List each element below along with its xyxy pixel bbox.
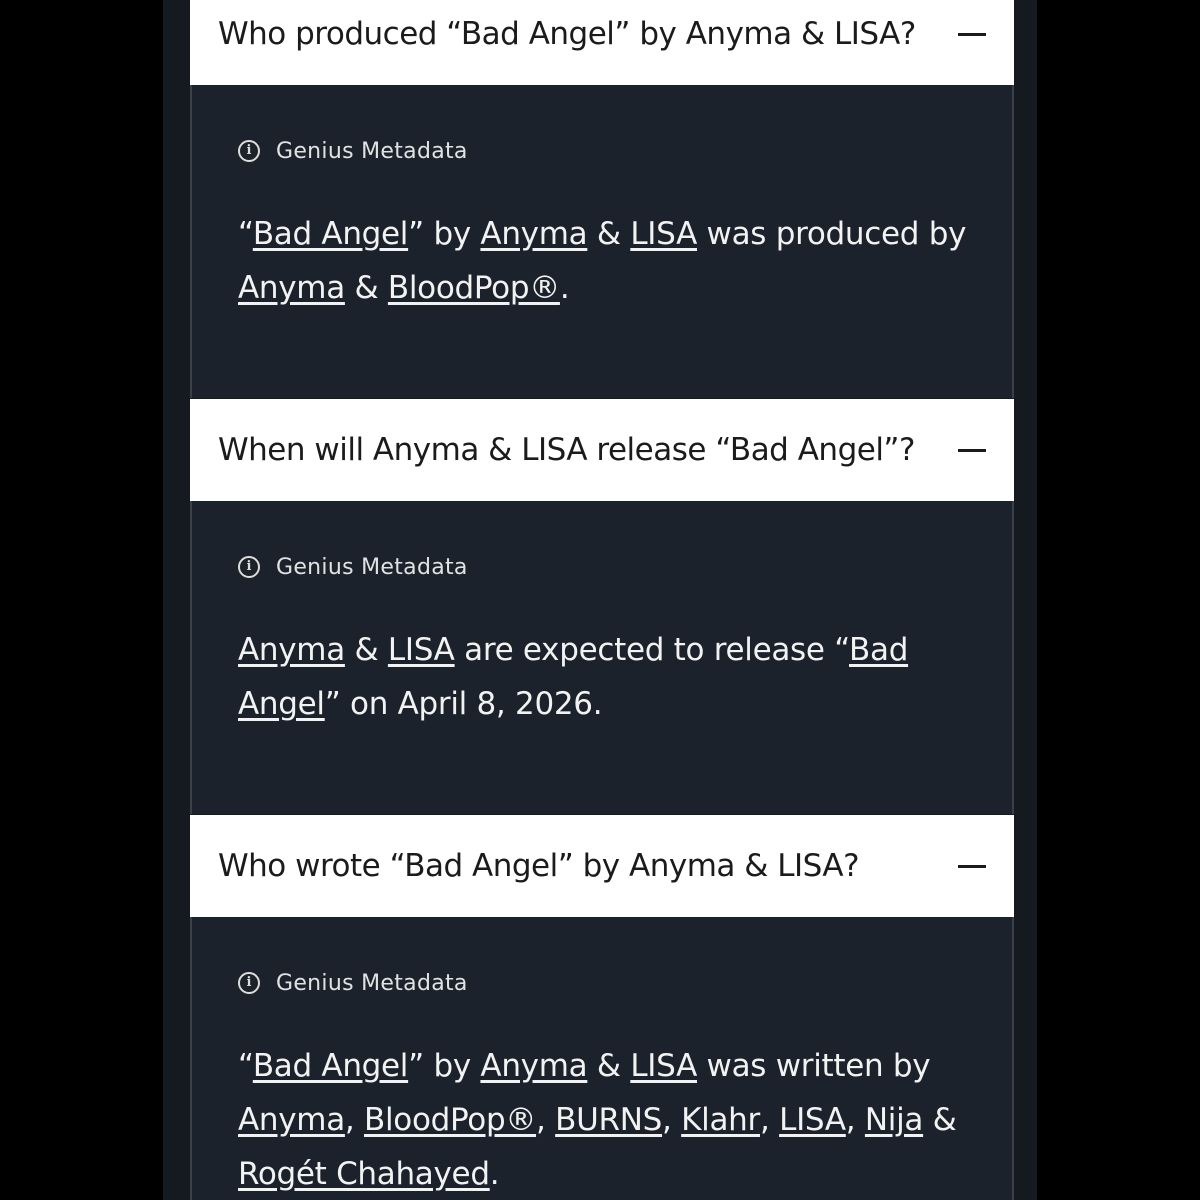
metadata-label: Genius Metadata	[276, 970, 468, 996]
answer-link[interactable]: BloodPop®	[364, 1102, 536, 1138]
metadata-label: Genius Metadata	[276, 554, 468, 580]
minus-icon[interactable]	[958, 449, 986, 452]
info-icon: i	[238, 556, 260, 578]
answer-text: ,	[845, 1102, 865, 1138]
faq-answer: “Bad Angel” by Anyma & LISA was produced…	[238, 207, 978, 315]
answer-link[interactable]: Nija	[865, 1102, 924, 1138]
answer-text: ,	[759, 1102, 780, 1138]
answer-link[interactable]: Anyma	[480, 1048, 587, 1084]
answer-text: was produced by	[697, 216, 967, 252]
faq-question: Who produced “Bad Angel” by Anyma & LISA…	[218, 16, 916, 52]
answer-text: ,	[662, 1102, 682, 1138]
metadata-row: i Genius Metadata	[238, 969, 468, 997]
answer-link[interactable]: Anyma	[238, 1102, 345, 1138]
answer-link[interactable]: Rogét Chahayed	[238, 1156, 490, 1192]
answer-text: ,	[344, 1102, 365, 1138]
info-icon: i	[238, 972, 260, 994]
faq-answer: “Bad Angel” by Anyma & LISA was written …	[238, 1039, 978, 1200]
faq-answer-panel: i Genius Metadata “Bad Angel” by Anyma &…	[190, 85, 1014, 398]
answer-text: are expected to release “	[454, 632, 850, 668]
answer-link[interactable]: Bad Angel	[253, 1048, 409, 1084]
minus-icon[interactable]	[958, 865, 986, 868]
answer-link[interactable]: LISA	[779, 1102, 846, 1138]
faq-page: Who produced “Bad Angel” by Anyma & LISA…	[163, 0, 1037, 1200]
metadata-label: Genius Metadata	[276, 138, 468, 164]
answer-link[interactable]: Anyma	[480, 216, 587, 252]
answer-link[interactable]: Anyma	[238, 632, 345, 668]
answer-text: &	[344, 270, 388, 306]
answer-link[interactable]: LISA	[388, 632, 455, 668]
answer-text: “	[238, 216, 253, 252]
answer-link[interactable]: BloodPop®	[388, 270, 560, 306]
answer-text: &	[344, 632, 388, 668]
faq-question: Who wrote “Bad Angel” by Anyma & LISA?	[218, 848, 860, 884]
faq-item-producers: Who produced “Bad Angel” by Anyma & LISA…	[190, 0, 1014, 398]
faq-item-release-date: When will Anyma & LISA release “Bad Ange…	[190, 399, 1014, 814]
faq-question-header[interactable]: Who produced “Bad Angel” by Anyma & LISA…	[190, 0, 1014, 85]
answer-text: “	[238, 1048, 253, 1084]
faq-answer: Anyma & LISA are expected to release “Ba…	[238, 623, 978, 731]
metadata-row: i Genius Metadata	[238, 553, 468, 581]
answer-link[interactable]: Klahr	[681, 1102, 760, 1138]
answer-text: &	[923, 1102, 957, 1138]
answer-text: .	[489, 1156, 500, 1192]
faq-question-header[interactable]: Who wrote “Bad Angel” by Anyma & LISA?	[190, 815, 1014, 917]
answer-text: &	[587, 216, 631, 252]
answer-link[interactable]: Anyma	[238, 270, 345, 306]
answer-text: &	[587, 1048, 631, 1084]
answer-text: ” by	[408, 216, 481, 252]
faq-answer-panel: i Genius Metadata Anyma & LISA are expec…	[190, 501, 1014, 814]
answer-text: ,	[536, 1102, 556, 1138]
metadata-row: i Genius Metadata	[238, 137, 468, 165]
answer-text: ” by	[408, 1048, 481, 1084]
answer-link[interactable]: LISA	[630, 1048, 697, 1084]
faq-answer-panel: i Genius Metadata “Bad Angel” by Anyma &…	[190, 917, 1014, 1200]
info-icon: i	[238, 140, 260, 162]
faq-question: When will Anyma & LISA release “Bad Ange…	[218, 432, 915, 468]
answer-text: was written by	[697, 1048, 931, 1084]
answer-link[interactable]: LISA	[630, 216, 697, 252]
faq-item-writers: Who wrote “Bad Angel” by Anyma & LISA? i…	[190, 815, 1014, 1200]
answer-link[interactable]: BURNS	[555, 1102, 662, 1138]
answer-text: ” on April 8, 2026.	[324, 686, 603, 722]
answer-text: .	[559, 270, 570, 306]
answer-link[interactable]: Bad Angel	[253, 216, 409, 252]
faq-question-header[interactable]: When will Anyma & LISA release “Bad Ange…	[190, 399, 1014, 501]
minus-icon[interactable]	[958, 33, 986, 36]
